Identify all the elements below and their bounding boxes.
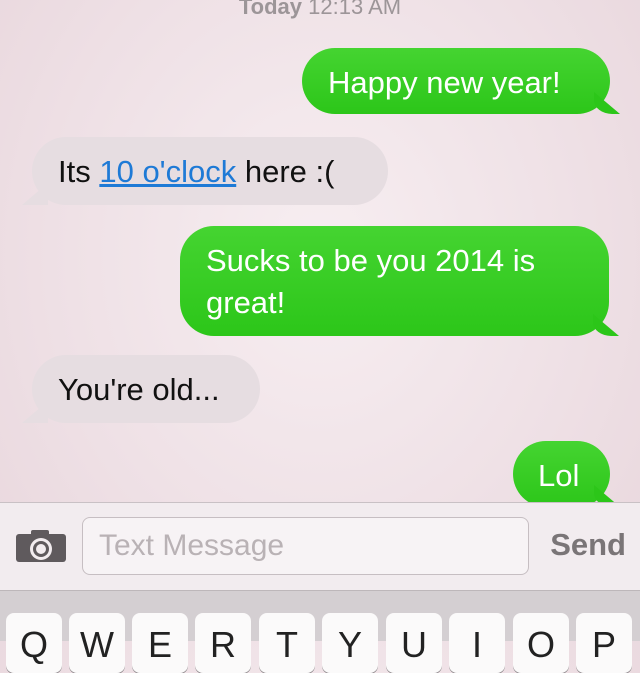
key-r[interactable]: R — [195, 613, 251, 673]
message-bubble-outgoing[interactable]: Lol — [513, 441, 610, 507]
message-text: Its — [58, 154, 100, 189]
key-o[interactable]: O — [513, 613, 569, 673]
message-composer: Text Message Send — [0, 502, 640, 590]
message-text: here :( — [236, 154, 335, 189]
timestamp-day: Today — [238, 0, 303, 19]
camera-icon[interactable] — [15, 529, 67, 563]
message-bubble-outgoing[interactable]: Happy new year! — [302, 48, 610, 114]
message-bubble-incoming[interactable]: Its 10 o'clock here :( — [32, 137, 388, 205]
key-t[interactable]: T — [259, 613, 315, 673]
key-p[interactable]: P — [576, 613, 632, 673]
key-u[interactable]: U — [386, 613, 442, 673]
message-bubble-outgoing[interactable]: Sucks to be you 2014 is great! — [180, 226, 609, 336]
key-e[interactable]: E — [132, 613, 188, 673]
key-q[interactable]: Q — [6, 613, 62, 673]
key-y[interactable]: Y — [322, 613, 378, 673]
key-w[interactable]: W — [69, 613, 125, 673]
message-bubble-incoming[interactable]: You're old... — [32, 355, 260, 423]
message-text: You're old... — [58, 372, 220, 407]
message-text: Lol — [538, 458, 580, 493]
timestamp-time: 12:13 AM — [308, 0, 402, 19]
message-text-line2: great! — [206, 285, 286, 320]
time-link[interactable]: 10 o'clock — [99, 154, 236, 189]
key-i[interactable]: I — [449, 613, 505, 673]
text-message-input[interactable]: Text Message — [82, 517, 529, 575]
message-text-line1: Sucks to be you 2014 is — [206, 243, 536, 278]
message-text: Happy new year! — [328, 65, 561, 100]
keyboard: Q W E R T Y U I O P — [0, 590, 640, 673]
send-button[interactable]: Send — [550, 527, 626, 563]
conversation-timestamp: Today 12:13 AM — [0, 0, 640, 20]
